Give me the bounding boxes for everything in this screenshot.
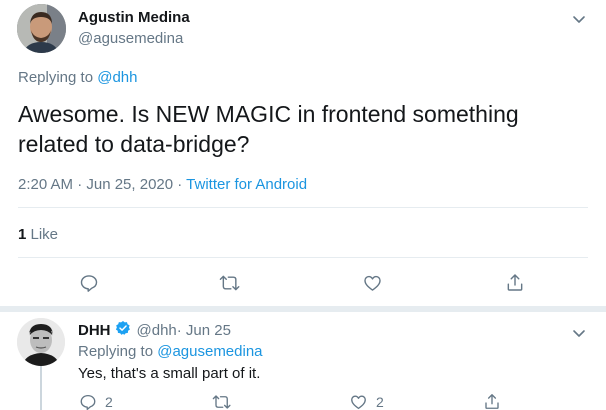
author-handle[interactable]: @agusemedina [78,30,183,47]
verified-badge-icon [115,320,131,340]
replying-mention[interactable]: @agusemedina [157,343,262,360]
comment-icon [80,275,98,292]
share-button[interactable] [483,392,509,410]
likes-label: Like [26,226,59,243]
retweet-icon [212,395,231,409]
like-button[interactable]: 2 [349,393,384,410]
retweet-icon [219,275,240,291]
tweet-text: Awesome. Is NEW MAGIC in frontend someth… [18,101,519,157]
retweet-button[interactable] [212,393,240,410]
reply-count: 2 [105,394,113,410]
main-tweet: Agustin Medina @agusemedina Replying to … [0,0,606,306]
tweet-meta: 2:20 AM · Jun 25, 2020 · Twitter for And… [18,176,307,193]
avatar-photo [17,4,66,53]
tweet-date[interactable]: · Jun 25 [177,322,231,339]
chevron-down-icon[interactable] [572,12,586,23]
reply-button[interactable] [79,273,107,293]
reply-tweet[interactable]: DHH @dhh · Jun 25 Replying to @agusemedi… [0,312,606,410]
replying-to: Replying to @agusemedina [78,343,263,360]
tweet-timestamp[interactable]: 2:20 AM · Jun 25, 2020 · [18,176,186,193]
comment-icon [80,394,96,410]
retweet-button[interactable] [219,273,249,293]
avatar-photo [17,318,65,366]
heart-icon [364,275,381,291]
avatar[interactable] [17,4,66,53]
tweet-source[interactable]: Twitter for Android [186,176,307,193]
reply-header: DHH @dhh · Jun 25 [78,320,231,340]
divider [18,257,588,258]
author-name[interactable]: DHH [78,322,111,339]
heart-icon [351,395,366,410]
author-name[interactable]: Agustin Medina [78,9,190,26]
like-count: 2 [376,394,384,410]
replying-to: Replying to @dhh [18,69,137,86]
chevron-down-icon[interactable] [572,326,586,337]
replying-mention[interactable]: @dhh [97,69,137,86]
share-button[interactable] [505,272,533,293]
reply-button[interactable]: 2 [79,393,113,410]
replying-prefix: Replying to [78,343,154,360]
thread-line [40,366,42,410]
divider [18,207,588,208]
share-icon [485,394,499,409]
share-icon [507,274,523,291]
like-button[interactable] [362,273,391,293]
tweet-text: Yes, that's a small part of it. [78,365,261,382]
replying-prefix: Replying to [18,69,94,86]
author-handle[interactable]: @dhh [137,322,177,339]
avatar[interactable] [17,318,65,366]
likes-summary[interactable]: 1 Like [18,226,58,243]
